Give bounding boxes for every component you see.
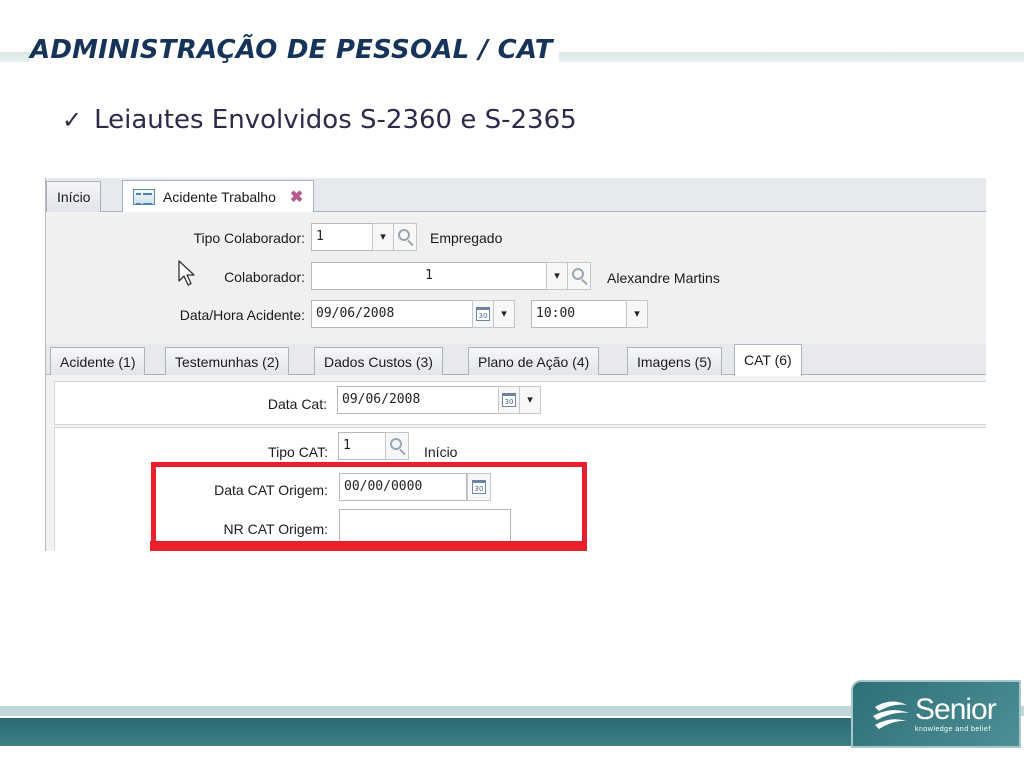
colaborador-label: Colaborador: <box>224 269 305 285</box>
sub-tab-bar: Acidente (1) Testemunhas (2) Dados Custo… <box>46 344 986 376</box>
colaborador-spin[interactable]: ▾ <box>546 262 568 290</box>
form-icon <box>133 188 155 205</box>
tab-cat[interactable]: CAT (6) <box>734 344 802 376</box>
tipo-colaborador-description: Empregado <box>430 230 503 246</box>
data-acidente-calendar[interactable]: 30 <box>472 300 494 328</box>
tab-label: Acidente Trabalho <box>163 188 276 205</box>
tab-plano-acao[interactable]: Plano de Ação (4) <box>468 347 600 375</box>
calendar-icon: 30 <box>476 307 490 321</box>
data-cat-origem-label: Data CAT Origem: <box>214 482 328 498</box>
calendar-icon: 30 <box>502 393 516 407</box>
search-icon <box>398 229 410 241</box>
nr-cat-origem-label: NR CAT Origem: <box>223 521 329 537</box>
logo-tagline: knowledge and belief <box>915 726 991 733</box>
tipo-colaborador-input[interactable]: 1 <box>311 223 373 251</box>
tab-imagens[interactable]: Imagens (5) <box>627 347 722 375</box>
tab-label: Início <box>57 189 91 205</box>
bullet-line: ✓ Leiautes Envolvidos S-2360 e S-2365 <box>62 102 577 138</box>
tab-testemunhas[interactable]: Testemunhas (2) <box>165 347 290 375</box>
app-window: Início Acidente Trabalho ✖ Tipo Colabora… <box>45 178 986 551</box>
bullet-text: Leiautes Envolvidos S-2360 e S-2365 <box>94 105 577 135</box>
data-cat-origem-calendar[interactable]: 30 <box>467 473 491 501</box>
colaborador-search[interactable] <box>567 262 591 290</box>
data-cat-origem-input[interactable]: 00/00/0000 <box>339 473 467 501</box>
highlight-box-bottom <box>150 541 586 551</box>
hora-acidente-spin[interactable]: ▾ <box>626 300 648 328</box>
slide-title: ADMINISTRAÇÃO DE PESSOAL / CAT <box>30 30 559 70</box>
main-tab-bar: Início Acidente Trabalho ✖ <box>46 178 986 212</box>
tipo-colaborador-label: Tipo Colaborador: <box>193 230 305 246</box>
spin-icon: ▾ <box>501 307 507 320</box>
data-cat-input[interactable]: 09/06/2008 <box>337 386 499 414</box>
spin-icon: ▾ <box>527 393 533 406</box>
logo-text: Senior knowledge and belief <box>915 693 997 734</box>
tab-acidente[interactable]: Acidente (1) <box>50 347 146 375</box>
tab-acidente-trabalho[interactable]: Acidente Trabalho ✖ <box>122 180 315 212</box>
calendar-icon: 30 <box>472 480 486 494</box>
data-hora-label: Data/Hora Acidente: <box>179 307 305 323</box>
data-acidente-input[interactable]: 09/06/2008 <box>311 300 473 328</box>
footer-dark-bar <box>0 718 860 746</box>
tipo-colaborador-search[interactable] <box>393 223 417 251</box>
search-icon <box>390 438 402 450</box>
tipo-colaborador-spin[interactable]: ▾ <box>372 223 394 251</box>
spin-icon: ▾ <box>380 230 386 243</box>
tipo-cat-input[interactable]: 1 <box>338 432 386 460</box>
close-icon[interactable]: ✖ <box>290 187 303 207</box>
data-cat-spin[interactable]: ▾ <box>519 386 541 414</box>
check-icon: ✓ <box>62 106 83 134</box>
logo-name: Senior <box>915 693 997 726</box>
colaborador-description: Alexandre Martins <box>607 270 720 286</box>
search-icon <box>572 268 584 280</box>
senior-logo: Senior knowledge and belief <box>851 680 1021 748</box>
data-cat-calendar[interactable]: 30 <box>498 386 520 414</box>
hora-acidente-input[interactable]: 10:00 <box>531 300 627 328</box>
senior-logo-icon <box>873 701 909 729</box>
data-acidente-spin[interactable]: ▾ <box>493 300 515 328</box>
spin-icon: ▾ <box>554 269 560 282</box>
tipo-cat-description: Início <box>424 444 458 460</box>
tab-inicio[interactable]: Início <box>46 181 102 212</box>
tipo-cat-label: Tipo CAT: <box>268 444 328 460</box>
spin-icon: ▾ <box>634 307 640 320</box>
data-cat-label: Data Cat: <box>267 396 327 412</box>
colaborador-input[interactable]: 1 <box>311 262 547 290</box>
tipo-cat-search[interactable] <box>385 432 409 460</box>
mouse-cursor-icon <box>178 260 195 286</box>
tab-dados-custos[interactable]: Dados Custos (3) <box>314 347 443 375</box>
nr-cat-origem-input[interactable] <box>339 509 511 543</box>
